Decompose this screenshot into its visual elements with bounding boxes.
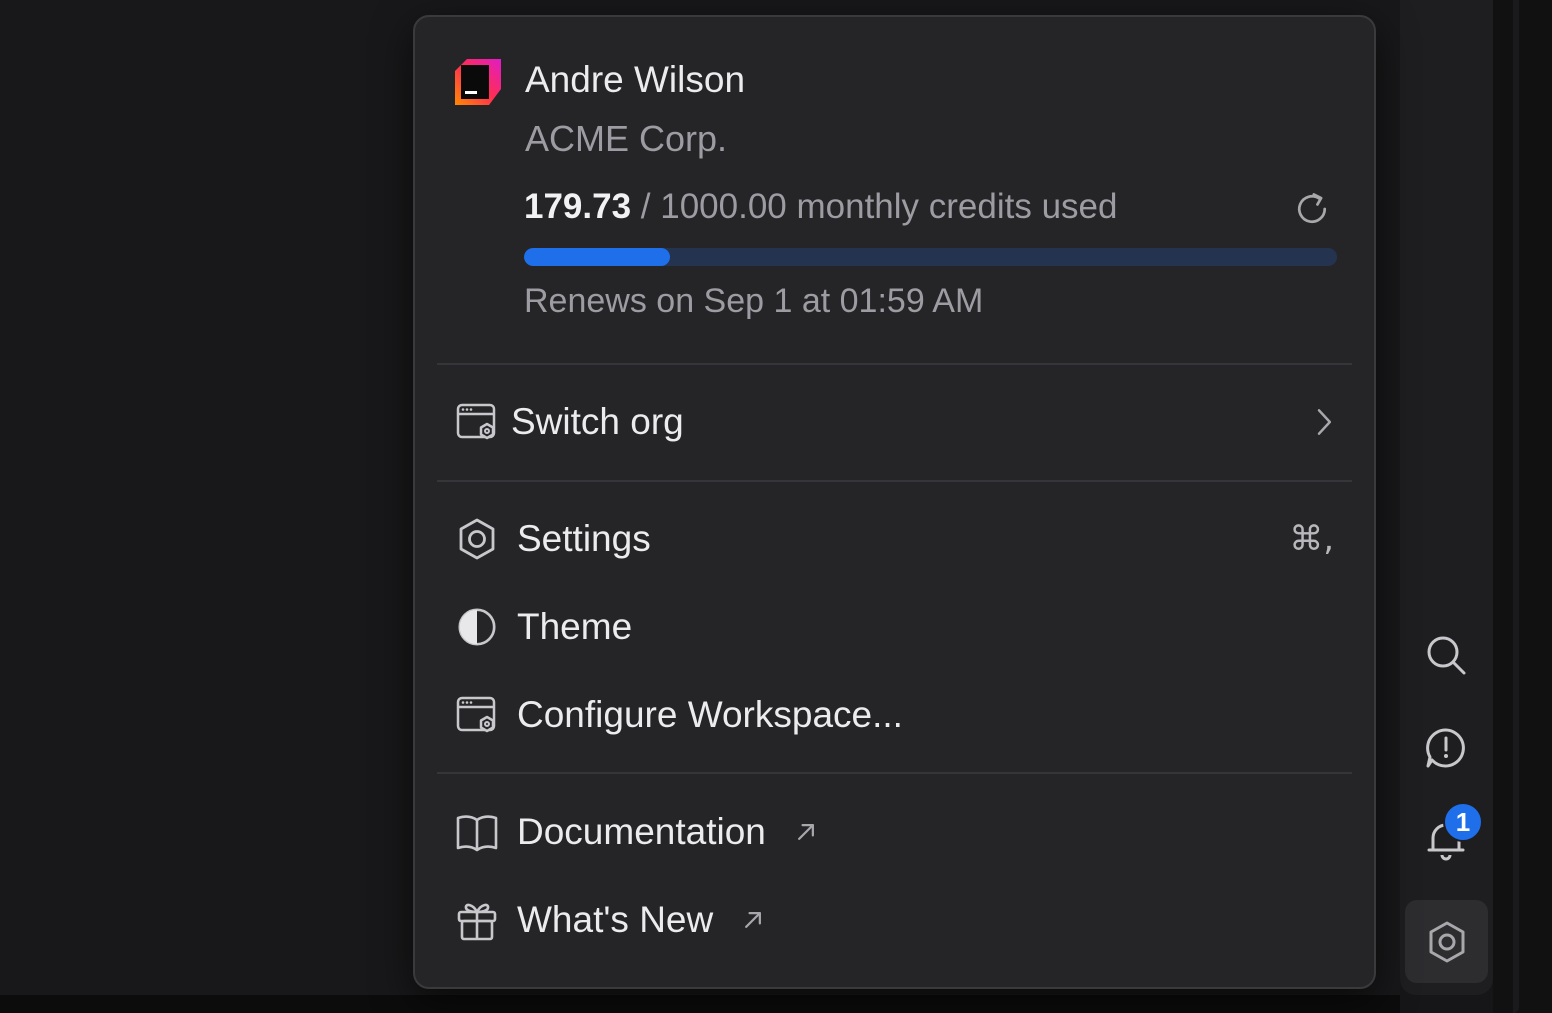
switch-org-label: Switch org bbox=[511, 401, 684, 442]
whats-new-label: What's New bbox=[517, 899, 714, 940]
credits-suffix: / 1000.00 monthly credits used bbox=[640, 187, 1118, 226]
divider bbox=[437, 363, 1352, 365]
feedback-alert-icon bbox=[1426, 728, 1465, 768]
bottom-bar bbox=[0, 995, 1400, 1013]
documentation-item[interactable]: Documentation bbox=[437, 792, 1352, 872]
credits-progress-bar bbox=[524, 248, 1337, 266]
configure-workspace-label: Configure Workspace... bbox=[517, 694, 903, 735]
divider bbox=[437, 772, 1352, 774]
renewal-date: Renews on Sep 1 at 01:59 AM bbox=[524, 282, 984, 320]
account-menu: Andre Wilson ACME Corp. 179.73 / 1000.00… bbox=[413, 15, 1376, 989]
org-name: ACME Corp. bbox=[525, 118, 728, 159]
divider bbox=[437, 480, 1352, 482]
chevron-right-icon bbox=[1314, 406, 1334, 438]
theme-item[interactable]: Theme bbox=[437, 587, 1352, 667]
configure-workspace-item[interactable]: Configure Workspace... bbox=[437, 675, 1352, 755]
jetbrains-logo bbox=[455, 59, 501, 105]
feedback-button[interactable] bbox=[1418, 720, 1474, 776]
arrow-up-right-icon bbox=[739, 906, 767, 934]
whats-new-item[interactable]: What's New bbox=[437, 880, 1352, 960]
settings-item[interactable]: Settings ⌘, bbox=[437, 499, 1352, 579]
book-icon bbox=[455, 810, 499, 854]
hexagon-settings-icon bbox=[455, 517, 499, 561]
workspace-gear-icon bbox=[455, 693, 499, 737]
workspace-gear-icon bbox=[455, 400, 499, 444]
credits-progress-fill bbox=[524, 248, 671, 266]
refresh-icon bbox=[1297, 193, 1327, 224]
notification-badge: 1 bbox=[1443, 802, 1483, 842]
right-edge-pane bbox=[1493, 0, 1552, 1013]
documentation-label: Documentation bbox=[517, 811, 766, 852]
refresh-button[interactable] bbox=[1290, 187, 1334, 231]
settings-shortcut: ⌘, bbox=[1289, 519, 1334, 559]
theme-label: Theme bbox=[517, 606, 633, 647]
settings-label: Settings bbox=[517, 518, 651, 559]
gift-icon bbox=[455, 898, 499, 942]
credits-usage: 179.73 / 1000.00 monthly credits used bbox=[524, 187, 1117, 227]
half-circle-icon bbox=[455, 605, 499, 649]
user-name: Andre Wilson bbox=[525, 59, 746, 100]
switch-org-item[interactable]: Switch org bbox=[437, 382, 1352, 462]
arrow-up-right-icon bbox=[792, 818, 820, 846]
settings-hexagon-icon bbox=[1429, 921, 1464, 962]
settings-rail-button[interactable] bbox=[1405, 900, 1488, 983]
search-icon bbox=[1427, 636, 1466, 675]
search-button[interactable] bbox=[1418, 627, 1474, 683]
credits-used: 179.73 bbox=[524, 187, 632, 226]
